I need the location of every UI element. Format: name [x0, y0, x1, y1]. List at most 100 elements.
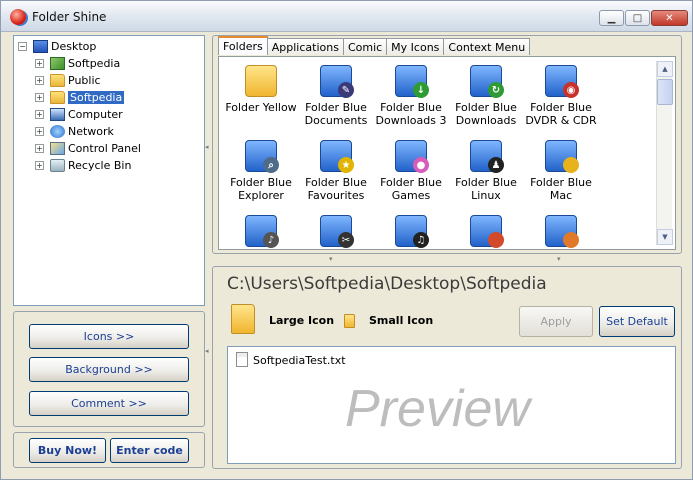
- icon-grid-item[interactable]: ✂: [297, 215, 375, 251]
- folder-blue-contacts-icon: [470, 215, 504, 248]
- tree-item[interactable]: + Softpedia: [35, 55, 120, 72]
- tree-item[interactable]: + Control Panel: [35, 140, 141, 157]
- folder-blue-music-icon: ♪: [245, 215, 279, 248]
- icon-grid[interactable]: Folder Yellow ✎ Folder Blue Documents ↓ Fold…: [218, 56, 676, 250]
- vertical-splitter[interactable]: ◂ ◂: [205, 35, 212, 468]
- tab-folders[interactable]: Folders: [218, 36, 268, 55]
- folder-path: C:\Users\Softpedia\Desktop\Softpedia: [227, 274, 547, 294]
- tab-comic[interactable]: Comic: [342, 38, 388, 55]
- title-bar[interactable]: Folder Shine ▁ □ ✕: [1, 1, 692, 32]
- icon-badge: ★: [338, 157, 354, 173]
- tree-item[interactable]: + Softpedia: [35, 89, 125, 106]
- icon-grid-item[interactable]: [522, 215, 600, 251]
- icon-badge: ✂: [338, 232, 354, 248]
- folder-blue-games-icon: ●: [395, 140, 429, 173]
- expand-icon[interactable]: +: [35, 59, 44, 68]
- icon-grid-item[interactable]: ↻ Folder Blue Downloads: [447, 65, 525, 127]
- folder-blue-favourites-icon: ★: [320, 140, 354, 173]
- icon-badge: [563, 157, 579, 173]
- icon-badge: [563, 232, 579, 248]
- icon-grid-item[interactable]: ♫: [372, 215, 450, 251]
- enter-code-button[interactable]: Enter code: [110, 438, 189, 463]
- icon-badge: ↓: [413, 82, 429, 98]
- scroll-down-icon[interactable]: ▼: [657, 229, 673, 245]
- folder-blue-downloads-icon: ↻: [470, 65, 504, 98]
- close-button[interactable]: ✕: [651, 10, 688, 26]
- icon-grid-item[interactable]: ↓ Folder Blue Downloads 3: [372, 65, 450, 127]
- options-panel: Icons >> Background >> Comment >>: [13, 311, 205, 427]
- comment-button[interactable]: Comment >>: [29, 391, 189, 416]
- folder-blue-mac-icon: [545, 140, 579, 173]
- small-icon-label: Small Icon: [369, 314, 434, 327]
- horizontal-splitter[interactable]: ▾ ▾: [212, 255, 682, 264]
- icon-grid-item[interactable]: ◉ Folder Blue DVDR & CDR: [522, 65, 600, 127]
- tree-item[interactable]: + Public: [35, 72, 101, 89]
- folder-blue-downloads3-icon: ↓: [395, 65, 429, 98]
- folder-blue-movies-icon: ✂: [320, 215, 354, 248]
- desktop-icon: [33, 40, 48, 53]
- tree-item-label: Softpedia: [68, 91, 125, 104]
- icon-grid-item[interactable]: ✎ Folder Blue Documents: [297, 65, 375, 127]
- icon-grid-item[interactable]: Folder Yellow: [222, 65, 300, 114]
- set-default-button[interactable]: Set Default: [599, 306, 675, 337]
- buy-now-button[interactable]: Buy Now!: [29, 438, 106, 463]
- icon-grid-item[interactable]: ♪: [222, 215, 300, 251]
- scroll-thumb[interactable]: [657, 79, 673, 105]
- small-folder-icon: [344, 314, 355, 328]
- tab-applications[interactable]: Applications: [266, 38, 344, 55]
- icon-label: Folder Blue Favourites: [305, 176, 367, 202]
- expand-icon[interactable]: +: [35, 144, 44, 153]
- apply-button[interactable]: Apply: [519, 306, 593, 337]
- tree-item[interactable]: + Recycle Bin: [35, 157, 131, 174]
- large-folder-icon: [231, 304, 255, 334]
- icon-badge: ♪: [263, 232, 279, 248]
- folder-blue-linux-icon: ♟: [470, 140, 504, 173]
- icon-badge: ↻: [488, 82, 504, 98]
- tree-item-label: Network: [68, 125, 114, 138]
- icon-grid-scrollbar[interactable]: ▲ ▼: [656, 61, 673, 245]
- icon-label: Folder Blue Linux: [455, 176, 517, 202]
- large-icon-label: Large Icon: [269, 314, 335, 327]
- splitter-grip-icon: ▾: [329, 255, 333, 263]
- expand-icon[interactable]: +: [35, 110, 44, 119]
- expand-icon[interactable]: +: [35, 93, 44, 102]
- control-panel-icon: [50, 142, 65, 155]
- icon-grid-item[interactable]: [447, 215, 525, 251]
- softpedia-folder-icon: [50, 57, 65, 70]
- recycle-bin-icon: [50, 159, 65, 172]
- icon-badge: ●: [413, 157, 429, 173]
- collapse-icon[interactable]: −: [18, 42, 27, 51]
- icon-badge: [488, 232, 504, 248]
- splitter-grip-icon: ▾: [557, 255, 561, 263]
- background-button[interactable]: Background >>: [29, 357, 189, 382]
- tree-item[interactable]: + Computer: [35, 106, 123, 123]
- tree-item[interactable]: + Network: [35, 123, 114, 140]
- icon-badge: ⌕: [263, 157, 279, 173]
- expand-icon[interactable]: +: [35, 76, 44, 85]
- minimize-button[interactable]: ▁: [599, 10, 624, 26]
- folder-blue-pictures-icon: [545, 215, 579, 248]
- folder-blue-explorer-icon: ⌕: [245, 140, 279, 173]
- window-title: Folder Shine: [32, 10, 107, 24]
- tab-my-icons[interactable]: My Icons: [386, 38, 445, 55]
- folder-blue-documents-icon: ✎: [320, 65, 354, 98]
- tab-context-menu[interactable]: Context Menu: [443, 38, 531, 55]
- tree-item[interactable]: − Desktop: [18, 38, 96, 55]
- preview-file-name: SoftpediaTest.txt: [253, 354, 346, 367]
- folder-tree[interactable]: − Desktop + Softpedia + Public + Softpedia + Comp…: [13, 35, 205, 306]
- folder-blue-music2-icon: ♫: [395, 215, 429, 248]
- icon-grid-item[interactable]: ★ Folder Blue Favourites: [297, 140, 375, 202]
- text-file-icon: [236, 352, 248, 367]
- icon-tabs: Folders Applications Comic My Icons Context …: [218, 36, 531, 55]
- maximize-button[interactable]: □: [625, 10, 650, 26]
- icons-button[interactable]: Icons >>: [29, 324, 189, 349]
- folder-icon: [50, 74, 65, 87]
- tree-item-label: Computer: [68, 108, 123, 121]
- icon-grid-item[interactable]: ● Folder Blue Games: [372, 140, 450, 202]
- expand-icon[interactable]: +: [35, 127, 44, 136]
- icon-grid-item[interactable]: ⌕ Folder Blue Explorer: [222, 140, 300, 202]
- icon-grid-item[interactable]: ♟ Folder Blue Linux: [447, 140, 525, 202]
- expand-icon[interactable]: +: [35, 161, 44, 170]
- scroll-up-icon[interactable]: ▲: [657, 61, 673, 77]
- icon-grid-item[interactable]: Folder Blue Mac: [522, 140, 600, 202]
